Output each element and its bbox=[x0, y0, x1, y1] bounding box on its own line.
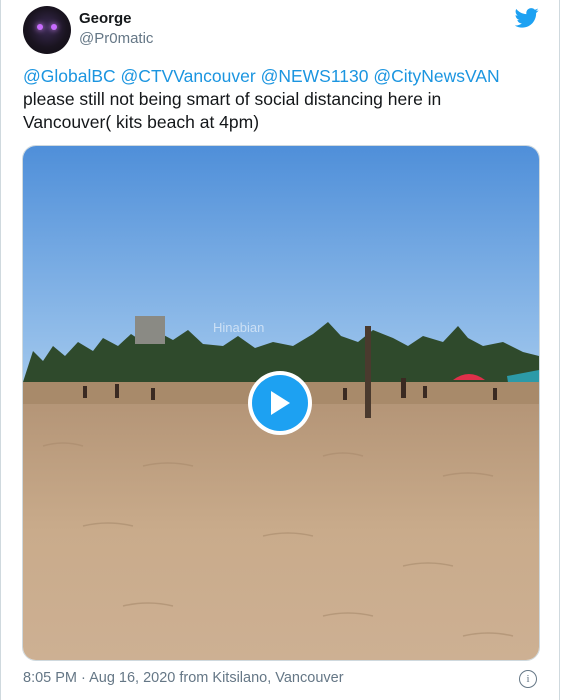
play-button[interactable] bbox=[248, 371, 312, 435]
tweet-body-line: Vancouver( kits beach at 4pm) bbox=[23, 112, 260, 132]
avatar[interactable] bbox=[23, 6, 71, 54]
mention-link[interactable]: @CTVVancouver bbox=[121, 66, 256, 86]
tweet-card: George @Pr0matic @GlobalBC @CTVVancouver… bbox=[0, 0, 560, 700]
play-button-inner bbox=[252, 375, 308, 431]
avatar-eye bbox=[51, 24, 57, 30]
mention-link[interactable]: @GlobalBC bbox=[23, 66, 116, 86]
avatar-eye bbox=[37, 24, 43, 30]
author-handle[interactable]: @Pr0matic bbox=[79, 30, 153, 47]
tweet-meta[interactable]: 8:05 PM · Aug 16, 2020 from Kitsilano, V… bbox=[23, 670, 344, 686]
twitter-bird-icon[interactable] bbox=[515, 8, 539, 28]
video-watermark: Hinabian bbox=[213, 320, 265, 335]
video-player[interactable]: Hinabian bbox=[22, 145, 540, 661]
author-name[interactable]: George bbox=[79, 10, 132, 27]
info-icon[interactable]: i bbox=[519, 670, 537, 688]
play-icon bbox=[271, 391, 290, 415]
tweet-body-line: please still not being smart of social d… bbox=[23, 89, 442, 109]
mention-link[interactable]: @NEWS1130 bbox=[261, 66, 369, 86]
mention-link[interactable]: @CityNewsVAN bbox=[373, 66, 499, 86]
tweet-text: @GlobalBC @CTVVancouver @NEWS1130 @CityN… bbox=[23, 65, 543, 134]
